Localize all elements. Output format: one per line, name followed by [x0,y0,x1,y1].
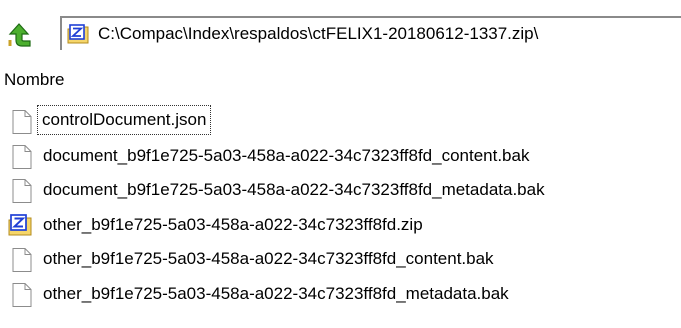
file-row[interactable]: document_b9f1e725-5a03-458a-a022-34c7323… [0,173,681,208]
file-name[interactable]: other_b9f1e725-5a03-458a-a022-34c7323ff8… [42,283,510,305]
zip-archive-icon [8,213,32,236]
green-up-arrow-icon [8,23,31,47]
file-row[interactable]: controlDocument.json [0,104,681,139]
blank-file-icon [12,248,32,273]
up-folder-button[interactable] [4,22,34,48]
file-name[interactable]: other_b9f1e725-5a03-458a-a022-34c7323ff8… [42,248,495,270]
file-row[interactable]: document_b9f1e725-5a03-458a-a022-34c7323… [0,139,681,174]
file-row[interactable]: other_b9f1e725-5a03-458a-a022-34c7323ff8… [0,242,681,277]
zip-archive-icon [67,24,89,44]
path-text: C:\Compac\Index\respaldos\ctFELIX1-20180… [98,24,539,43]
file-row[interactable]: other_b9f1e725-5a03-458a-a022-34c7323ff8… [0,277,681,312]
column-header-name[interactable]: Nombre [4,69,64,91]
blank-file-icon [12,179,32,204]
address-bar: C:\Compac\Index\respaldos\ctFELIX1-20180… [0,0,681,50]
file-name[interactable]: document_b9f1e725-5a03-458a-a022-34c7323… [42,179,546,201]
path-field[interactable]: C:\Compac\Index\respaldos\ctFELIX1-20180… [60,16,681,50]
file-name[interactable]: document_b9f1e725-5a03-458a-a022-34c7323… [42,145,530,167]
blank-file-icon [12,144,32,169]
blank-file-icon [12,282,32,307]
blank-file-icon [12,110,32,134]
file-list: controlDocument.json document_b9f1e725-5a… [0,104,681,312]
file-name[interactable]: other_b9f1e725-5a03-458a-a022-34c7323ff8… [42,214,424,236]
archive-browser-window: C:\Compac\Index\respaldos\ctFELIX1-20180… [0,0,681,328]
file-name[interactable]: controlDocument.json [36,105,212,135]
file-row[interactable]: other_b9f1e725-5a03-458a-a022-34c7323ff8… [0,208,681,243]
